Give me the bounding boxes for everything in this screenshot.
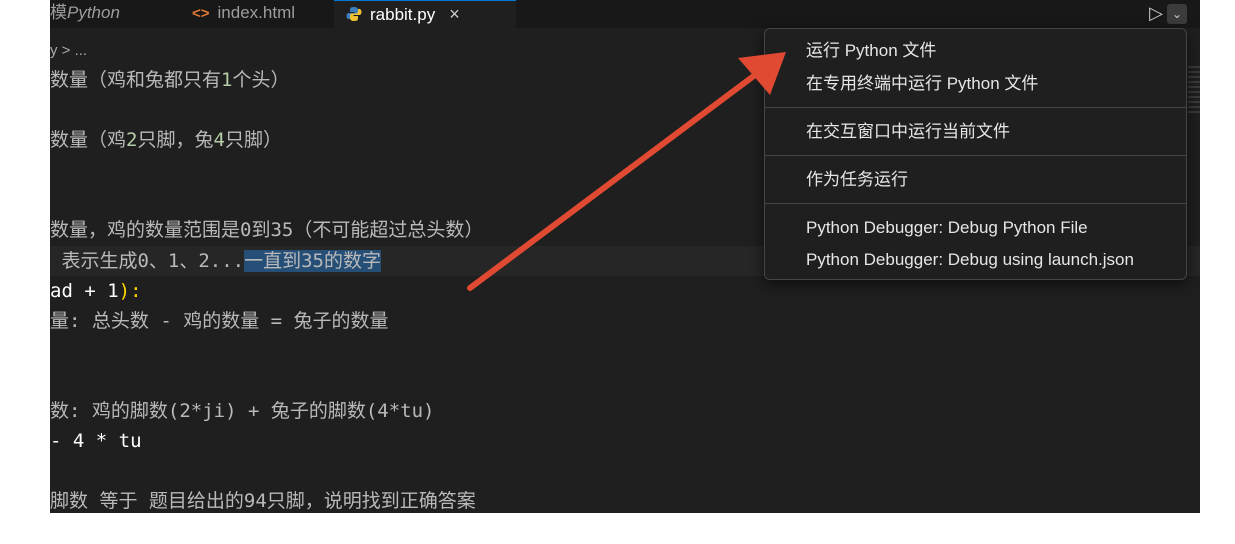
menu-item-debug-python-file[interactable]: Python Debugger: Debug Python File — [806, 214, 1088, 242]
menu-item-run-python-file[interactable]: 运行 Python 文件 — [806, 37, 936, 65]
breadcrumb[interactable]: y > ... — [50, 42, 87, 59]
close-icon[interactable]: × — [449, 4, 460, 24]
tab-rabbit-py[interactable]: rabbit.py × — [334, 0, 516, 28]
editor-window: 模Python <> index.html rabbit.py × ▷ ⌄ y > … — [0, 0, 1200, 513]
tab-label: rabbit.py — [370, 5, 436, 24]
minimap[interactable] — [1188, 66, 1200, 116]
python-file-icon — [346, 4, 362, 30]
run-context-menu: 运行 Python 文件 在专用终端中运行 Python 文件 在交互窗口中运行… — [764, 28, 1187, 280]
tab-prefix: 模 — [50, 3, 67, 22]
code-line: 数: 鸡的脚数(2*ji) + 兔子的脚数(4*tu) — [50, 400, 435, 422]
code-line: 表示生成0、1、2...一直到35的数字 — [61, 250, 381, 272]
menu-item-run-in-dedicated-terminal[interactable]: 在专用终端中运行 Python 文件 — [806, 70, 1038, 98]
left-margin — [0, 0, 50, 513]
code-line: 脚数 等于 题目给出的94只脚，说明找到正确答案 — [50, 490, 476, 512]
code-line: 数量，鸡的数量范围是0到35（不可能超过总头数） — [50, 219, 484, 241]
code-line: - 4 * tu — [50, 430, 142, 452]
html-file-icon: <> — [192, 5, 210, 22]
run-dropdown-chevron-icon[interactable]: ⌄ — [1167, 4, 1187, 24]
menu-separator — [765, 203, 1186, 204]
code-line: 数量（鸡和兔都只有1个头） — [50, 69, 290, 91]
tab-bar: 模Python <> index.html rabbit.py × ▷ ⌄ — [50, 0, 1200, 28]
code-line: 数量（鸡2只脚，兔4只脚） — [50, 129, 282, 151]
menu-separator — [765, 155, 1186, 156]
code-line: 量: 总头数 - 鸡的数量 = 兔子的数量 — [50, 310, 389, 332]
run-play-icon[interactable]: ▷ — [1146, 4, 1166, 24]
text-selection: 一直到35的数字 — [244, 250, 381, 272]
tab-label: index.html — [217, 3, 296, 22]
menu-item-run-in-interactive-window[interactable]: 在交互窗口中运行当前文件 — [806, 118, 1010, 146]
tab-label: Python — [67, 3, 120, 22]
tab-index-html[interactable]: <> index.html — [180, 0, 340, 28]
menu-item-run-as-task[interactable]: 作为任务运行 — [806, 166, 908, 194]
menu-item-debug-launch-json[interactable]: Python Debugger: Debug using launch.json — [806, 246, 1134, 274]
tab-python[interactable]: 模Python — [38, 0, 182, 28]
code-line: ad + 1): — [50, 280, 142, 302]
menu-separator — [765, 107, 1186, 108]
